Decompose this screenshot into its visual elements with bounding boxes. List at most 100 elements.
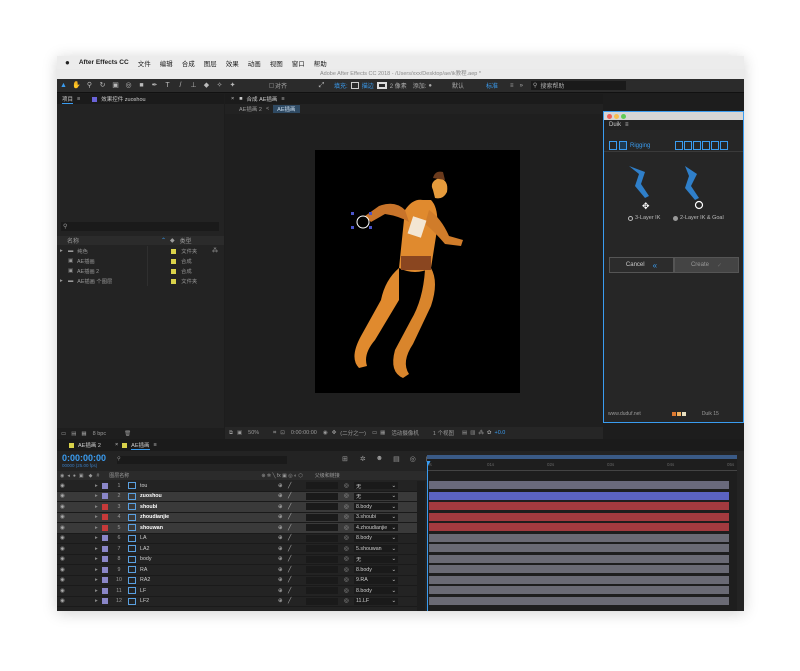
eye-icon[interactable]: ◉ [60,567,69,573]
anchor-switch-icon[interactable]: ⊕ [278,525,288,531]
quality-switch-icon[interactable]: ╱ [288,535,298,541]
switch-box[interactable] [306,555,338,563]
expand-icon[interactable]: ▸ [95,598,102,604]
align-icon[interactable]: ⤢ [317,81,326,90]
eye-icon[interactable]: ◉ [60,504,69,510]
cancel-button[interactable]: Cancel « [609,257,674,273]
layer-row[interactable]: ◉ ▸ 1 tou ⊕ ╱ ◎ 无 ⌄ [57,481,417,492]
quality-switch-icon[interactable]: ╱ [288,556,298,562]
parent-select[interactable]: 8.body ⌄ [354,566,398,574]
disclosure-icon[interactable]: ▸ [60,248,66,254]
tab-menu-icon[interactable]: ≡ [77,96,80,102]
region-icon[interactable]: ▣ [237,430,242,436]
close-tab-icon[interactable]: × [231,96,234,102]
layer-name[interactable]: RA2 [140,577,278,583]
anchor-switch-icon[interactable]: ⊕ [278,535,288,541]
expand-icon[interactable]: ▸ [95,514,102,520]
minimize-window-icon[interactable] [614,113,619,119]
label-color[interactable] [102,577,108,584]
timeline-icon[interactable]: ▥ [470,430,475,436]
layer-duration-bar[interactable] [429,523,729,531]
quality-switch-icon[interactable]: ╱ [288,493,298,499]
eye-icon[interactable]: ◉ [60,577,69,583]
always-preview-icon[interactable]: ⧉ [229,430,233,437]
breadcrumb-item-active[interactable]: AE插画 [273,105,300,113]
tab-project[interactable]: 项目 [62,95,74,104]
switch-box[interactable] [306,587,338,595]
pan-behind-tool-icon[interactable]: ◎ [124,81,133,90]
switch-box[interactable] [306,545,338,553]
workspace-more-icon[interactable]: ≡ [510,83,514,89]
layer-row[interactable]: ◉ ▸ 5 shouwan ⊕ ╱ ◎ 4.zhoudianjie ⌄ [57,523,417,534]
layer-duration-bar[interactable] [429,512,729,521]
delete-icon[interactable]: 🗑 [124,431,131,437]
layer-row[interactable]: ◉ ▸ 4 zhoudianjie ⊕ ╱ ◎ 3.shoubi ⌄ [57,512,417,523]
workspace-overflow-icon[interactable]: » [520,83,523,89]
menu-app[interactable]: After Effects CC [79,59,129,66]
parent-select[interactable]: 3.shoubi ⌄ [354,513,398,521]
shy-icon[interactable]: ☻ [376,455,383,463]
label-color[interactable] [102,535,108,542]
expand-icon[interactable]: ▸ [95,504,102,510]
anchor-switch-icon[interactable]: ⊕ [278,567,288,573]
switch-box[interactable] [306,482,338,490]
eye-icon[interactable]: ◉ [60,525,69,531]
tab-menu-icon[interactable]: ≡ [625,122,629,128]
disclosure-icon[interactable]: ▸ [60,278,66,284]
layer-duration-bar[interactable] [429,544,729,552]
pen-tool-icon[interactable]: ✒ [150,81,159,90]
expand-icon[interactable]: ▸ [95,525,102,531]
zoom-tool-icon[interactable]: ⚲ [85,81,94,90]
hand-tool-icon[interactable]: ✋ [72,81,81,90]
column-parent[interactable]: 父级和链接 [315,472,340,479]
quality-switch-icon[interactable]: ╱ [288,525,298,531]
flowchart-icon[interactable]: ⁂ [478,430,484,436]
eye-icon[interactable]: ◉ [60,483,69,489]
eye-icon[interactable]: ◉ [60,556,69,562]
menu-composition[interactable]: 合成 [182,58,195,68]
tab-menu-icon[interactable]: ≡ [281,96,284,102]
sort-icon[interactable]: ⌃ [161,237,166,244]
eye-icon[interactable]: ◉ [60,598,69,604]
layer-duration-bar[interactable] [429,586,729,594]
label-swatch[interactable] [171,278,177,284]
fill-label[interactable]: 填充: [334,81,348,90]
draft-3d-icon[interactable]: ✲ [360,455,366,463]
quality-switch-icon[interactable]: ╱ [288,598,298,604]
column-layer-name[interactable]: 图层名称 [109,472,129,479]
parent-select[interactable]: 无 ⌄ [354,492,398,500]
shape-tool-icon[interactable]: ■ [137,81,146,90]
fast-preview-icon[interactable]: ▤ [462,430,467,436]
stroke-label[interactable]: 描边 [362,81,374,90]
mask-icon[interactable]: ⊡ [280,430,285,436]
channel-icon[interactable]: ✤ [332,430,337,436]
interpret-footage-icon[interactable]: ▭ [61,431,66,437]
switch-box[interactable] [306,597,338,605]
parent-select[interactable]: 8.body ⌄ [354,587,398,595]
layer-row[interactable]: ◉ ▸ 6 LA ⊕ ╱ ◎ 8.body ⌄ [57,533,417,544]
layer-name[interactable]: LA2 [140,546,278,552]
time-ruler[interactable]: 0s 01s 02s 03s 04s 05s [427,461,737,471]
tab-duik[interactable]: Duik [609,122,621,128]
column-type[interactable]: 类型 [180,236,192,245]
switch-box[interactable] [306,534,338,542]
layer-row[interactable]: ◉ ▸ 10 RA2 ⊕ ╱ ◎ 9.RA ⌄ [57,575,417,586]
project-item[interactable]: ▣ AE插画 2 合成 [57,266,224,276]
duik-bone-icon[interactable] [693,141,702,150]
type-tool-icon[interactable]: T [163,81,172,90]
parent-pick-whip-icon[interactable]: ◎ [344,567,352,573]
apple-icon[interactable]: ● [65,58,70,67]
duik-settings-icon[interactable] [720,141,729,150]
menu-effect[interactable]: 效果 [226,58,239,68]
quality-switch-icon[interactable]: ╱ [288,577,298,583]
workspace-standard[interactable]: 标准 [486,81,498,90]
eye-icon[interactable]: ◉ [60,588,69,594]
layer-row[interactable]: ◉ ▸ 11 LF ⊕ ╱ ◎ 8.body ⌄ [57,586,417,597]
parent-select[interactable]: 8.body ⌄ [354,503,398,511]
label-color[interactable] [102,566,108,573]
motion-blur-icon[interactable]: ◎ [410,455,416,463]
ik-handle[interactable] [369,212,372,215]
menu-window[interactable]: 窗口 [292,58,305,68]
eye-icon[interactable]: ◉ [60,535,69,541]
layer-row[interactable]: ◉ ▸ 9 RA ⊕ ╱ ◎ 8.body ⌄ [57,565,417,576]
